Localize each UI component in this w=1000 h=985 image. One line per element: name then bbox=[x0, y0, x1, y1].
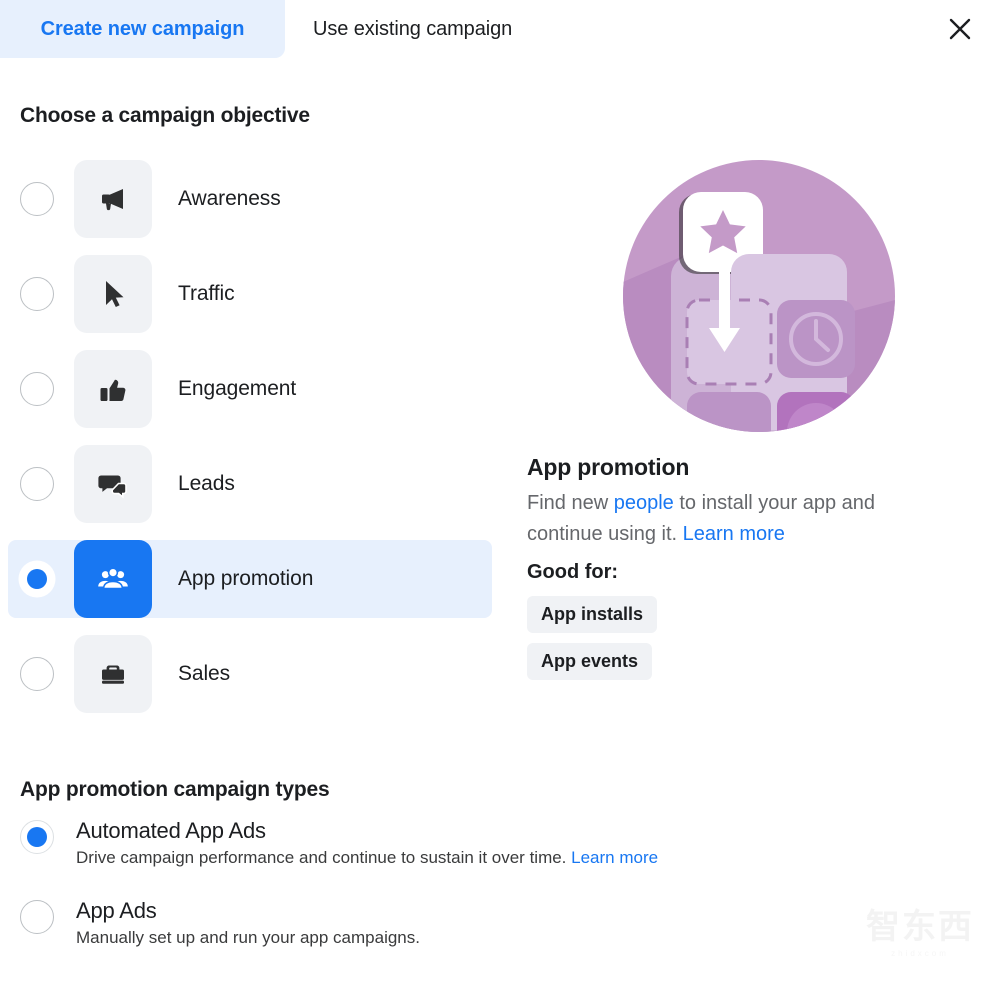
objective-icon-tile bbox=[74, 160, 152, 238]
radio-sales[interactable] bbox=[20, 657, 54, 691]
briefcase-icon bbox=[102, 665, 124, 684]
desc-text: Manually set up and run your app campaig… bbox=[76, 928, 420, 947]
radio-app-ads[interactable] bbox=[20, 900, 54, 934]
radio-automated-app-ads[interactable] bbox=[20, 820, 54, 854]
radio-leads[interactable] bbox=[20, 467, 54, 501]
objective-list: Awareness Traffic Engagement Leads App p… bbox=[8, 160, 492, 730]
thumbs-up-icon bbox=[100, 379, 126, 401]
campaign-types-list: Automated App Ads Drive campaign perform… bbox=[20, 818, 920, 978]
objective-row-app-promotion[interactable]: App promotion bbox=[8, 540, 492, 618]
campaign-type-texts: Automated App Ads Drive campaign perform… bbox=[76, 818, 658, 868]
close-button[interactable] bbox=[940, 9, 980, 49]
objective-row-engagement[interactable]: Engagement bbox=[8, 350, 492, 428]
campaign-type-desc: Manually set up and run your app campaig… bbox=[76, 928, 420, 948]
objective-row-leads[interactable]: Leads bbox=[8, 445, 492, 523]
objective-label: Awareness bbox=[178, 187, 281, 210]
app-promotion-illustration bbox=[623, 160, 895, 432]
tab-label: Use existing campaign bbox=[313, 17, 513, 40]
chat-bubbles-icon bbox=[98, 475, 127, 499]
campaign-objective-dialog: Create new campaign Use existing campaig… bbox=[0, 0, 1000, 985]
tab-create-new-campaign[interactable]: Create new campaign bbox=[0, 0, 285, 58]
campaign-type-desc: Drive campaign performance and continue … bbox=[76, 848, 658, 868]
desc-text-1: Find new bbox=[527, 492, 614, 514]
radio-app-promotion[interactable] bbox=[20, 562, 54, 596]
objective-icon-tile bbox=[74, 255, 152, 333]
campaign-type-row-automated-app-ads[interactable]: Automated App Ads Drive campaign perform… bbox=[20, 818, 920, 868]
campaign-type-name: Automated App Ads bbox=[76, 818, 266, 843]
objective-row-awareness[interactable]: Awareness bbox=[8, 160, 492, 238]
badge-app-events: App events bbox=[527, 643, 653, 680]
watermark-text: 智东西 bbox=[866, 908, 974, 946]
good-for-badges: App installs App events bbox=[527, 596, 982, 690]
badge-row: App installs bbox=[527, 596, 982, 643]
campaign-type-name: App Ads bbox=[76, 898, 157, 923]
learn-more-link[interactable]: Learn more bbox=[571, 848, 658, 867]
tab-label: Create new campaign bbox=[40, 17, 245, 40]
radio-awareness[interactable] bbox=[20, 182, 54, 216]
detail-description: Find new people to install your app and … bbox=[527, 488, 947, 550]
close-icon bbox=[949, 18, 971, 40]
objective-label: Sales bbox=[178, 662, 231, 685]
people-group-icon bbox=[98, 567, 128, 590]
desc-text: Drive campaign performance and continue … bbox=[76, 848, 572, 867]
objective-row-sales[interactable]: Sales bbox=[8, 635, 492, 713]
objective-icon-tile bbox=[74, 635, 152, 713]
badge-app-installs: App installs bbox=[527, 596, 658, 633]
watermark: 智东西 zhidxcom bbox=[856, 897, 984, 971]
learn-more-link[interactable]: Learn more bbox=[683, 523, 785, 545]
objective-label: Traffic bbox=[178, 282, 235, 305]
objective-label: App promotion bbox=[178, 567, 314, 590]
radio-traffic[interactable] bbox=[20, 277, 54, 311]
tab-use-existing-campaign[interactable]: Use existing campaign bbox=[285, 0, 575, 58]
objective-icon-tile bbox=[74, 350, 152, 428]
objective-section-title: Choose a campaign objective bbox=[20, 104, 310, 127]
objective-label: Engagement bbox=[178, 377, 297, 400]
watermark-subtext: zhidxcom bbox=[891, 949, 949, 958]
radio-engagement[interactable] bbox=[20, 372, 54, 406]
objective-detail-panel: App promotion Find new people to install… bbox=[527, 160, 982, 690]
objective-icon-tile bbox=[74, 540, 152, 618]
objective-row-traffic[interactable]: Traffic bbox=[8, 255, 492, 333]
tabbar: Create new campaign Use existing campaig… bbox=[0, 0, 1000, 58]
campaign-type-texts: App Ads Manually set up and run your app… bbox=[76, 898, 420, 948]
campaign-type-row-app-ads[interactable]: App Ads Manually set up and run your app… bbox=[20, 898, 920, 948]
objective-label: Leads bbox=[178, 472, 235, 495]
good-for-label: Good for: bbox=[527, 561, 619, 583]
campaign-types-title: App promotion campaign types bbox=[20, 778, 330, 801]
objective-icon-tile bbox=[74, 445, 152, 523]
detail-title: App promotion bbox=[527, 454, 690, 480]
badge-row: App events bbox=[527, 643, 982, 690]
people-link[interactable]: people bbox=[614, 492, 674, 514]
illustration-wrapper bbox=[623, 160, 895, 432]
cursor-icon bbox=[106, 281, 124, 307]
megaphone-icon bbox=[102, 189, 123, 211]
